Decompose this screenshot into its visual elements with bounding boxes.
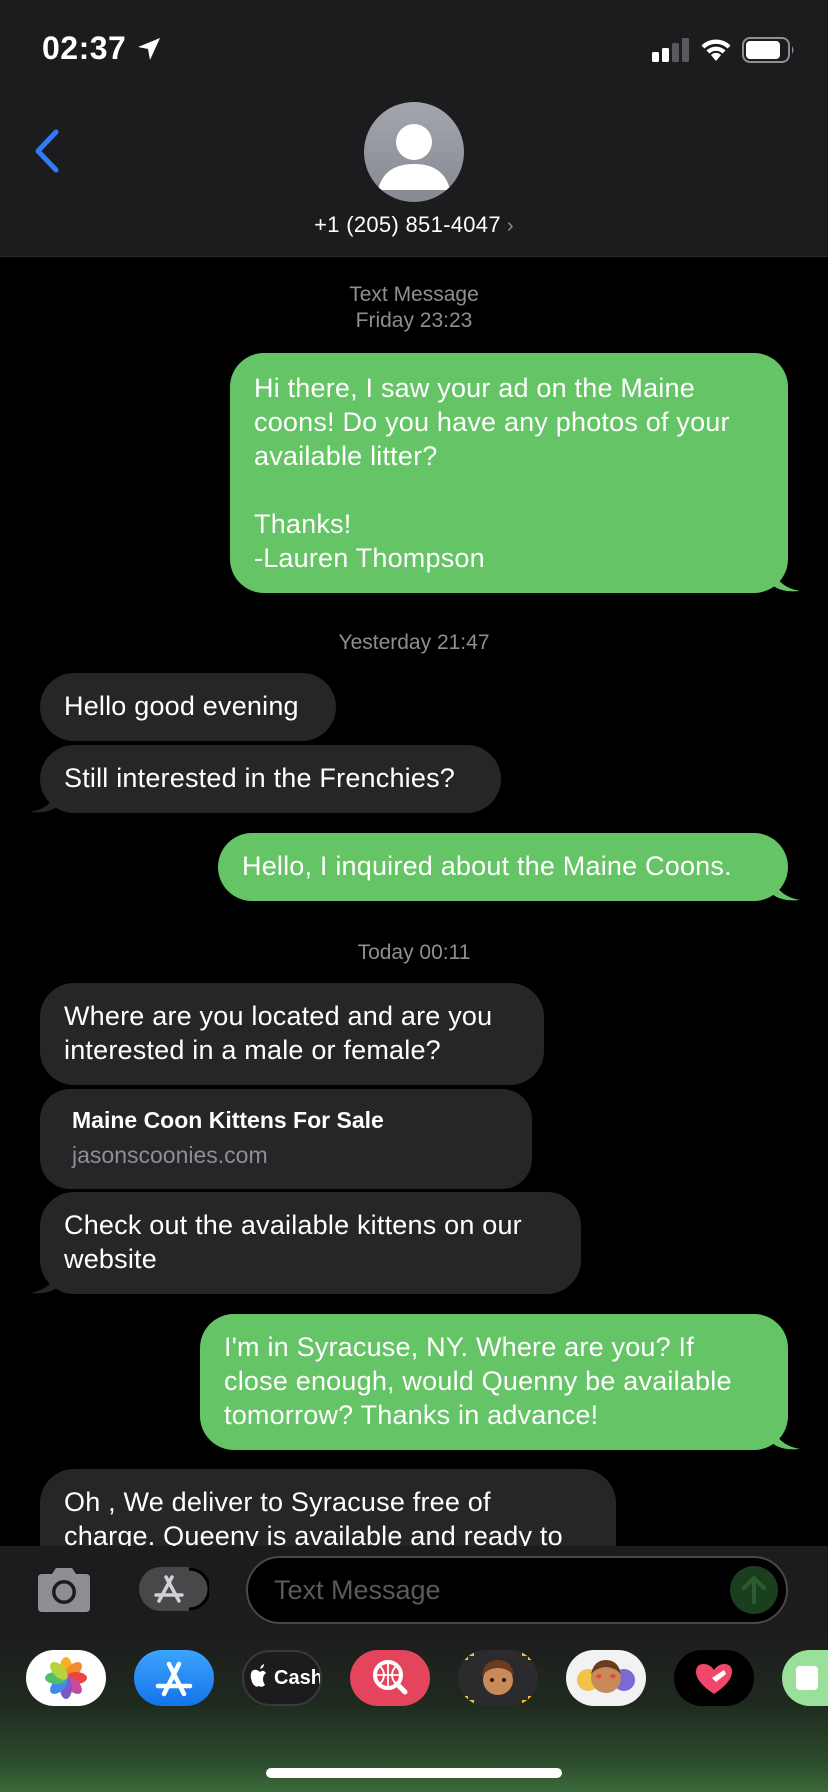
message-line: Oh , We deliver to Syracuse free of — [64, 1487, 491, 1517]
message-line: close enough, would Quenny be available — [224, 1366, 732, 1396]
message-type-label: Text Message — [349, 283, 479, 306]
home-indicator[interactable] — [266, 1768, 562, 1778]
bubble-tail — [30, 786, 58, 813]
message-input-placeholder: Text Message — [274, 1575, 441, 1605]
contact-number[interactable]: +1 (205) 851-4047 › — [0, 212, 828, 238]
message-input[interactable]: Text Message — [246, 1556, 788, 1624]
message-line: Thanks! — [254, 509, 352, 539]
compose-bar: Text Message — [0, 1546, 828, 1632]
imessage-app-drawer: Cash — [0, 1632, 828, 1792]
contact-avatar[interactable] — [364, 102, 464, 202]
message-line — [254, 473, 764, 507]
app-store-icon[interactable] — [134, 1650, 214, 1706]
apple-cash-icon[interactable]: Cash — [242, 1650, 322, 1706]
bubble-tail — [772, 874, 800, 901]
message-line: -Lauren Thompson — [254, 543, 485, 573]
wifi-icon — [701, 39, 731, 61]
outgoing-message[interactable]: I'm in Syracuse, NY. Where are you? If c… — [200, 1314, 788, 1450]
message-line: Where are you located and are you — [64, 1001, 493, 1031]
incoming-message[interactable]: Check out the available kittens on our w… — [40, 1192, 581, 1294]
bubble-tail — [772, 565, 800, 592]
message-line: website — [64, 1244, 157, 1274]
incoming-message[interactable]: Oh , We deliver to Syracuse free of char… — [40, 1469, 616, 1546]
conversation-header: +1 (205) 851-4047 › — [0, 100, 828, 257]
person-silhouette-icon — [378, 124, 450, 190]
status-bar: 02:37 — [0, 0, 828, 100]
message-line: Hi there, I saw your ad on the Maine — [254, 373, 695, 403]
message-text: Hello good evening — [64, 691, 299, 721]
timestamp-header: Text Message Friday 23:23 — [0, 282, 828, 334]
message-line: Check out the available kittens on our — [64, 1210, 522, 1240]
message-thread[interactable]: Text Message Friday 23:23 Hi there, I sa… — [0, 256, 828, 1546]
status-time: 02:37 — [42, 30, 127, 66]
timestamp: Yesterday 21:47 — [338, 631, 490, 654]
bubble-tail — [30, 1267, 58, 1294]
message-line: tomorrow? Thanks in advance! — [224, 1400, 599, 1430]
outgoing-message[interactable]: Hello, I inquired about the Maine Coons. — [218, 833, 788, 901]
incoming-message[interactable]: Still interested in the Frenchies? — [40, 745, 501, 813]
contact-number-label: +1 (205) 851-4047 — [314, 212, 501, 237]
incoming-message[interactable]: Where are you located and are you intere… — [40, 983, 544, 1085]
bubble-tail — [772, 1423, 800, 1450]
link-preview-card[interactable]: Maine Coon Kittens For Sale jasonscoonie… — [40, 1089, 532, 1189]
photos-icon[interactable] — [26, 1650, 106, 1706]
message-line: coons! Do you have any photos of your — [254, 407, 730, 437]
arrow-up-icon — [742, 1576, 766, 1604]
chevron-right-icon: › — [506, 215, 514, 237]
message-line: charge. Queeny is available and ready to — [64, 1521, 563, 1546]
timestamp: Friday 23:23 — [355, 309, 473, 332]
message-line: interested in a male or female? — [64, 1035, 441, 1065]
battery-icon — [742, 37, 794, 63]
location-arrow-icon — [138, 38, 160, 60]
web-search-icon[interactable] — [350, 1650, 430, 1706]
memoji-icon[interactable] — [458, 1650, 538, 1706]
incoming-message[interactable]: Hello good evening — [40, 673, 336, 741]
outgoing-message[interactable]: Hi there, I saw your ad on the Maine coo… — [230, 353, 788, 593]
message-line: I'm in Syracuse, NY. Where are you? If — [224, 1332, 694, 1362]
message-line: available litter? — [254, 441, 438, 471]
send-button[interactable] — [730, 1566, 778, 1614]
timestamp: Today 00:11 — [357, 941, 471, 964]
animoji-icon[interactable] — [566, 1650, 646, 1706]
app-store-button[interactable] — [139, 1567, 211, 1611]
camera-icon[interactable] — [34, 1566, 94, 1614]
digital-touch-icon[interactable] — [674, 1650, 754, 1706]
message-text: Hello, I inquired about the Maine Coons. — [242, 851, 732, 881]
back-chevron-icon[interactable] — [30, 126, 66, 176]
more-apps-icon[interactable] — [782, 1650, 828, 1706]
message-text: Still interested in the Frenchies? — [64, 763, 455, 793]
app-store-icon — [154, 1567, 211, 1611]
link-domain: jasonscoonies.com — [72, 1142, 268, 1168]
link-title: Maine Coon Kittens For Sale — [72, 1107, 384, 1133]
cash-label: Cash — [274, 1667, 322, 1689]
cellular-signal-icon — [652, 38, 689, 62]
